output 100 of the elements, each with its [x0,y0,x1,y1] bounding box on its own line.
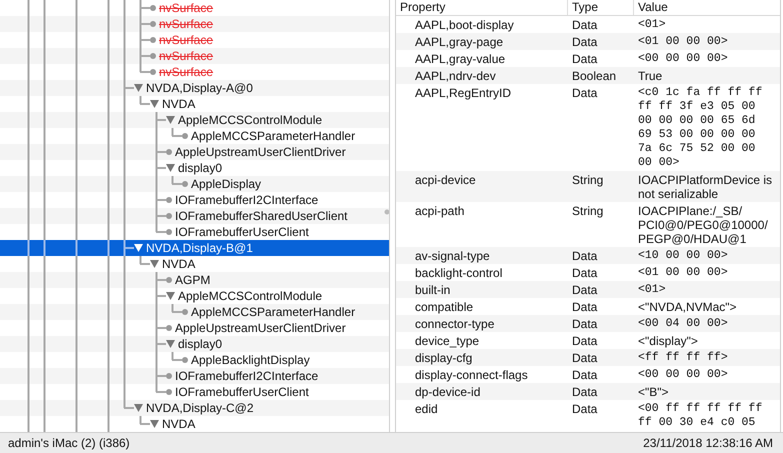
tree-row[interactable]: IOFramebufferI2CInterface [0,192,389,208]
tree-node-label: NVDA,Display-A@0 [146,80,253,96]
disclosure-triangle-icon[interactable] [166,340,175,348]
tree-node-label: IOFramebufferI2CInterface [175,192,318,208]
tree-row[interactable]: AppleUpstreamUserClientDriver [0,320,389,336]
tree-row[interactable]: AppleBacklightDisplay [0,352,389,368]
property-value: True [637,68,664,82]
leaf-dot-icon [166,389,172,395]
property-name: display-cfg [414,350,474,364]
property-type: Data [571,52,598,66]
tree-node-label: nvSurface [159,0,214,16]
property-name: acpi-path [414,204,466,220]
disclosure-triangle-icon[interactable] [134,404,143,412]
tree-node-label: AppleMCCSControlModule [178,288,322,304]
tree-node-label: IOFramebufferUserClient [175,224,309,240]
tree-node-label: NVDA,Display-C@2 [146,400,254,416]
tree-node-label: AppleMCCSParameterHandler [191,304,356,320]
leaf-dot-icon [166,197,172,203]
property-name: display-connect-flags [414,368,529,382]
tree-node-label: IOFramebufferSharedUserClient [175,208,348,224]
tree-node-label: AppleMCCSControlModule [178,112,322,128]
disclosure-triangle-icon[interactable] [166,292,175,300]
tree-row[interactable]: nvSurface [0,64,389,80]
property-type: String [571,172,604,188]
tree-row[interactable]: NVDA [0,416,389,432]
property-name: compatible [414,300,474,314]
property-value: <10 00 00 00> [637,248,729,262]
tree-node-label: IOFramebufferI2CInterface [175,368,318,384]
property-value: <"display"> [637,334,699,348]
column-header[interactable]: Value [634,0,780,15]
disclosure-triangle-icon[interactable] [150,100,159,108]
leaf-dot-icon [150,37,156,43]
disclosure-triangle-icon[interactable] [166,116,175,124]
tree-row[interactable]: AGPM [0,272,389,288]
property-type: Data [571,402,598,418]
tree-row[interactable]: IOFramebufferUserClient [0,224,389,240]
tree-node-label: NVDA,Display-B@1 [146,240,253,256]
disclosure-triangle-icon[interactable] [150,260,159,268]
property-type: Data [571,316,598,330]
property-type: String [571,204,604,220]
property-value: <01 00 00 00> [637,34,729,48]
tree-row[interactable]: NVDA [0,256,389,272]
property-value: <00 00 00 00> [637,52,729,66]
property-value: IOACPIPlatformDevice is not serializable [637,172,774,200]
leaf-dot-icon [150,5,156,11]
property-type: Data [571,384,598,398]
leaf-dot-icon [182,133,188,139]
tree-row[interactable]: display0 [0,336,389,352]
property-value: <01> [637,18,667,32]
disclosure-triangle-icon[interactable] [134,244,143,252]
tree-row[interactable]: IOFramebufferSharedUserClient [0,208,389,224]
property-type: Data [571,300,598,314]
tree-row[interactable]: NVDA,Display-C@2 [0,400,389,416]
leaf-dot-icon [166,373,172,379]
tree-row[interactable]: AppleMCCSParameterHandler [0,128,389,144]
tree-node-label: AppleMCCSParameterHandler [191,128,356,144]
tree-row[interactable]: AppleDisplay [0,176,389,192]
tree-row[interactable]: AppleMCCSControlModule [0,288,389,304]
tree-row[interactable]: nvSurface [0,0,389,16]
property-value: <"NVDA,NVMac"> [637,300,738,314]
tree-row[interactable]: NVDA,Display-A@0 [0,80,389,96]
split-handle-icon[interactable] [384,209,389,215]
disclosure-triangle-icon[interactable] [166,164,175,172]
tree-row[interactable]: nvSurface [0,48,389,64]
property-name: AAPL,gray-value [414,52,506,66]
tree-row[interactable]: AppleUpstreamUserClientDriver [0,144,389,160]
property-name: built-in [414,282,452,296]
property-name: AAPL,RegEntryID [414,86,512,102]
property-name: av-signal-type [414,248,491,262]
tree-row[interactable]: nvSurface [0,32,389,48]
property-name: device_type [414,334,480,348]
column-header[interactable]: Type [568,0,634,15]
tree-node-label: nvSurface [159,16,214,32]
property-name: connector-type [414,316,496,330]
column-header[interactable]: Property [396,0,568,15]
tree-node-label: AGPM [175,272,210,288]
property-type: Data [571,86,598,102]
tree-row[interactable]: IOFramebufferUserClient [0,384,389,400]
tree-node-label: display0 [178,336,222,352]
tree-row[interactable]: AppleMCCSParameterHandler [0,304,389,320]
disclosure-triangle-icon[interactable] [150,420,159,428]
timestamp-text: 23/11/2018 12:38:16 AM [643,435,773,452]
tree-node-label: nvSurface [159,48,214,64]
tree-node-label: AppleUpstreamUserClientDriver [175,320,346,336]
property-type: Data [571,266,598,280]
disclosure-triangle-icon[interactable] [134,84,143,92]
tree-node-label: nvSurface [159,64,214,80]
tree-node-label: AppleDisplay [191,176,262,192]
leaf-dot-icon [166,325,172,331]
tree-row[interactable]: NVDA,Display-B@1 [0,240,389,256]
tree-row[interactable]: display0 [0,160,389,176]
tree-row[interactable]: NVDA [0,96,389,112]
property-name: AAPL,ndrv-dev [414,68,497,82]
property-type: Data [571,350,598,364]
tree-row[interactable]: IOFramebufferI2CInterface [0,368,389,384]
property-value: <c0 1c fa ff ff ff ff ff 3f e3 05 00 00 00 00 00 65 6d 69 53 00 00 00 00 7a 6c 75 52 00 00 00 00> [637,86,764,170]
tree-row[interactable]: AppleMCCSControlModule [0,112,389,128]
leaf-dot-icon [166,229,172,235]
tree-row[interactable]: nvSurface [0,16,389,32]
status-text: admin's iMac (2) (i386) [8,435,130,452]
